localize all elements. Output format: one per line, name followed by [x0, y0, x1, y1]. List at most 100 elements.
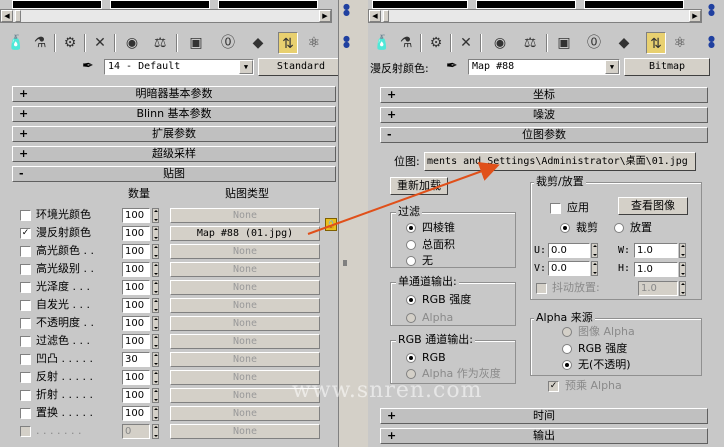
map-amount-spinner[interactable] — [152, 262, 159, 277]
map-amount-input[interactable]: 30 — [122, 352, 150, 367]
map-name-dropdown[interactable]: Map #88 ▼ — [468, 59, 620, 75]
jitter-input[interactable]: 1.0 — [638, 281, 678, 296]
scroll-thumb[interactable] — [15, 10, 21, 22]
map-amount-spinner[interactable] — [152, 280, 159, 295]
map-amount-input[interactable]: 100 — [122, 208, 150, 223]
map-amount-input[interactable]: 100 — [122, 226, 150, 241]
map-enable-checkbox[interactable] — [20, 210, 31, 221]
rgb-output-rgb-radio[interactable] — [406, 353, 416, 363]
view-image-button[interactable]: 查看图像 — [618, 197, 688, 215]
map-amount-spinner[interactable] — [152, 406, 159, 421]
map-enable-checkbox[interactable] — [20, 264, 31, 275]
alpha-image-radio[interactable] — [562, 327, 572, 337]
reset-map-icon[interactable]: ✕ — [456, 32, 476, 54]
map-amount-input[interactable]: 100 — [122, 298, 150, 313]
rollout-coordinates[interactable]: + 坐标 — [380, 87, 708, 103]
material-name-dropdown[interactable]: 14 - Default ▼ — [104, 59, 254, 75]
map-amount-input[interactable]: 100 — [122, 316, 150, 331]
map-type-button[interactable]: None — [170, 352, 320, 367]
go-forward-to-sibling-icon[interactable]: ⚛ — [670, 32, 690, 54]
map-amount-spinner[interactable] — [152, 244, 159, 259]
map-amount-spinner[interactable] — [152, 424, 159, 439]
rollout-noise[interactable]: + 噪波 — [380, 107, 708, 123]
map-amount-input[interactable]: 100 — [122, 388, 150, 403]
crop-u-input[interactable]: 0.0 — [548, 243, 590, 258]
side-dots-icon[interactable]: ● ● — [708, 3, 715, 17]
filter-none-radio[interactable] — [406, 256, 416, 266]
reload-button[interactable]: 重新加载 — [390, 177, 448, 195]
map-amount-spinner[interactable] — [152, 370, 159, 385]
crop-w-spinner[interactable] — [679, 243, 686, 258]
rollout-supersampling[interactable]: + 超级采样 — [12, 146, 336, 162]
bitmap-path-button[interactable]: ments and Settings\Administrator\桌面\01.j… — [424, 152, 696, 171]
crop-u-spinner[interactable] — [591, 243, 598, 258]
scroll-left-arrow[interactable]: ◀ — [369, 10, 381, 22]
map-enable-checkbox[interactable] — [20, 246, 31, 257]
map-enable-checkbox[interactable] — [20, 372, 31, 383]
pick-material-eyedropper-icon[interactable]: ✒ — [446, 58, 458, 74]
rollout-output[interactable]: + 输出 — [380, 428, 708, 444]
make-unique-icon[interactable]: ◉ — [490, 32, 510, 54]
map-enable-checkbox[interactable] — [20, 300, 31, 311]
filter-pyramidal-radio[interactable] — [406, 223, 416, 233]
map-amount-input[interactable]: 100 — [122, 334, 150, 349]
map-amount-input[interactable]: 0 — [122, 424, 150, 439]
map-amount-spinner[interactable] — [152, 352, 159, 367]
chevron-down-icon[interactable]: ▼ — [239, 60, 253, 74]
sample-slot-2[interactable] — [476, 0, 576, 9]
map-type-button[interactable]: None — [170, 280, 320, 295]
pick-material-eyedropper-icon[interactable]: ✒ — [82, 58, 94, 74]
map-type-button[interactable]: None — [170, 424, 320, 439]
go-forward-to-sibling-icon[interactable]: ⚛ — [304, 32, 324, 54]
map-lock-icon[interactable]: 🔒 — [325, 218, 337, 231]
map-type-button[interactable]: None — [170, 262, 320, 277]
rollout-shader-basic[interactable]: + 明暗器基本参数 — [12, 86, 336, 102]
map-amount-spinner[interactable] — [152, 316, 159, 331]
map-type-button[interactable]: None — [170, 208, 320, 223]
sample-slot-3[interactable] — [584, 0, 684, 9]
rollout-blinn-basic[interactable]: + Blinn 基本参数 — [12, 106, 336, 122]
material-effects-channel-icon[interactable]: ▣ — [554, 32, 574, 54]
crop-h-spinner[interactable] — [679, 262, 686, 277]
map-enable-checkbox[interactable] — [20, 282, 31, 293]
side-dots-icon[interactable]: ● ● — [343, 35, 352, 50]
map-type-button[interactable]: None — [170, 334, 320, 349]
map-enable-checkbox[interactable] — [20, 408, 31, 419]
sample-slot-1[interactable] — [12, 0, 102, 9]
map-enable-checkbox[interactable] — [20, 390, 31, 401]
map-amount-input[interactable]: 100 — [122, 244, 150, 259]
assign-to-selection-icon[interactable]: ⚙ — [60, 32, 80, 54]
map-type-button[interactable]: Bitmap — [624, 58, 710, 76]
map-amount-spinner[interactable] — [152, 298, 159, 313]
assign-to-selection-icon[interactable]: ⚙ — [426, 32, 446, 54]
reset-map-icon[interactable]: ✕ — [90, 32, 110, 54]
crop-w-input[interactable]: 1.0 — [634, 243, 678, 258]
put-to-library-icon[interactable]: ⚖ — [520, 32, 540, 54]
jitter-spinner[interactable] — [679, 281, 686, 296]
material-type-button[interactable]: Standard — [258, 58, 344, 76]
map-type-button[interactable]: None — [170, 298, 320, 313]
premultiply-alpha-checkbox[interactable]: ✓ — [548, 381, 559, 392]
alpha-rgb-intensity-radio[interactable] — [562, 344, 572, 354]
map-type-button[interactable]: None — [170, 244, 320, 259]
map-amount-input[interactable]: 100 — [122, 406, 150, 421]
material-effects-channel-icon[interactable]: ▣ — [186, 32, 206, 54]
map-amount-input[interactable]: 100 — [122, 280, 150, 295]
scroll-handle[interactable] — [343, 260, 347, 266]
map-enable-checkbox[interactable]: ✓ — [20, 228, 31, 239]
show-map-in-viewport-icon[interactable]: ⓪ — [218, 32, 238, 54]
map-type-button[interactable]: None — [170, 316, 320, 331]
map-amount-spinner[interactable] — [152, 226, 159, 241]
get-material-icon[interactable]: 🧴 — [6, 32, 26, 54]
side-dots-icon[interactable]: ● ● — [343, 3, 352, 18]
place-mode-radio[interactable] — [614, 223, 624, 233]
get-material-icon[interactable]: 🧴 — [372, 32, 392, 54]
sample-slots-scrollbar[interactable]: ◀ ▶ — [368, 9, 702, 23]
side-dots-icon[interactable]: ● ● — [708, 35, 715, 49]
map-type-button[interactable]: None — [170, 406, 320, 421]
show-map-in-viewport-icon[interactable]: ⓪ — [584, 32, 604, 54]
scroll-thumb[interactable] — [383, 10, 389, 22]
go-to-parent-icon[interactable]: ⇅ — [646, 32, 666, 54]
sample-slot-2[interactable] — [110, 0, 210, 9]
sample-slot-3[interactable] — [218, 0, 318, 9]
